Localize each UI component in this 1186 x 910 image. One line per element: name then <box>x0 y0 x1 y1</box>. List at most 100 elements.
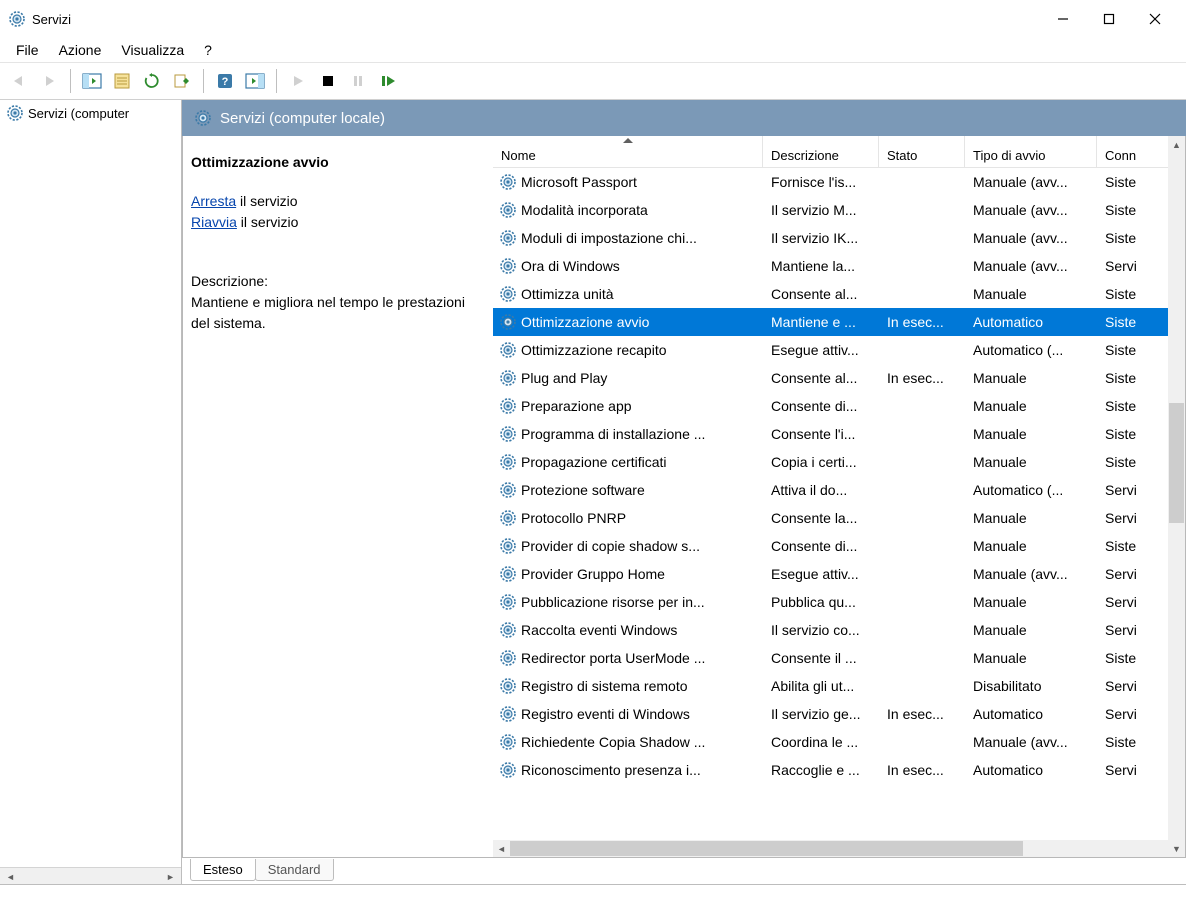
service-row[interactable]: Protezione softwareAttiva il do...Automa… <box>493 476 1185 504</box>
service-row[interactable]: Registro di sistema remotoAbilita gli ut… <box>493 672 1185 700</box>
service-row[interactable]: Propagazione certificati Copia i certi...… <box>493 448 1185 476</box>
service-name: Programma di installazione ... <box>521 426 705 442</box>
menu-help[interactable]: ? <box>194 40 222 60</box>
service-startup-type: Automatico (... <box>965 482 1097 498</box>
service-name: Richiedente Copia Shadow ... <box>521 734 705 750</box>
service-row[interactable]: Programma di installazione ... Consente l… <box>493 420 1185 448</box>
gear-icon <box>499 341 517 359</box>
refresh-button[interactable] <box>139 68 165 94</box>
pause-service-button[interactable] <box>345 68 371 94</box>
maximize-button[interactable] <box>1086 4 1132 34</box>
grid-horizontal-scrollbar[interactable]: ◄ ► <box>493 840 1185 857</box>
toolbar: ? <box>0 62 1186 100</box>
service-name: Moduli di impostazione chi... <box>521 230 697 246</box>
detail-pane: Ottimizzazione avvio Arresta il servizio… <box>183 136 493 857</box>
service-description: Fornisce l'is... <box>763 174 879 190</box>
menu-file[interactable]: File <box>6 40 49 60</box>
stop-service-suffix: il servizio <box>236 193 297 209</box>
service-name: Pubblicazione risorse per in... <box>521 594 705 610</box>
service-row[interactable]: Ora di WindowsMantiene la...Manuale (avv… <box>493 252 1185 280</box>
help-button[interactable]: ? <box>212 68 238 94</box>
service-description: Copia i certi... <box>763 454 879 470</box>
service-description: Esegue attiv... <box>763 566 879 582</box>
service-description: Attiva il do... <box>763 482 879 498</box>
chevron-left-icon[interactable]: ◄ <box>493 840 510 857</box>
gear-icon <box>499 593 517 611</box>
forward-button[interactable] <box>36 68 62 94</box>
restart-service-button[interactable] <box>375 68 401 94</box>
grid-vertical-scrollbar[interactable]: ▲ ▼ <box>1168 136 1185 857</box>
minimize-button[interactable] <box>1040 4 1086 34</box>
service-state: In esec... <box>879 706 965 722</box>
column-header-state[interactable]: Stato <box>879 136 965 167</box>
service-row[interactable]: Microsoft PassportFornisce l'is...Manual… <box>493 168 1185 196</box>
service-description: Consente al... <box>763 370 879 386</box>
service-startup-type: Manuale <box>965 510 1097 526</box>
gear-icon <box>499 229 517 247</box>
gear-icon <box>499 537 517 555</box>
properties-button[interactable] <box>109 68 135 94</box>
service-state: In esec... <box>879 762 965 778</box>
service-row[interactable]: Moduli di impostazione chi... Il servizio… <box>493 224 1185 252</box>
service-name: Propagazione certificati <box>521 454 667 470</box>
tree-root-services[interactable]: Servizi (computer <box>6 104 175 122</box>
stop-service-button[interactable] <box>315 68 341 94</box>
service-row[interactable]: Redirector porta UserMode ...Consente il… <box>493 644 1185 672</box>
gear-icon <box>499 173 517 191</box>
left-horizontal-scrollbar[interactable]: ◄ ► <box>0 867 181 884</box>
service-row[interactable]: Ottimizzazione recapitoEsegue attiv...Au… <box>493 336 1185 364</box>
service-row[interactable]: Ottimizzazione avvioMantiene e ...In ese… <box>493 308 1185 336</box>
tab-extended[interactable]: Esteso <box>190 859 256 881</box>
service-startup-type: Manuale <box>965 426 1097 442</box>
close-button[interactable] <box>1132 4 1178 34</box>
column-header-startup-type[interactable]: Tipo di avvio <box>965 136 1097 167</box>
show-hide-tree-button[interactable] <box>79 68 105 94</box>
service-description: Il servizio IK... <box>763 230 879 246</box>
service-row[interactable]: Raccolta eventi WindowsIl servizio co...… <box>493 616 1185 644</box>
column-header-description[interactable]: Descrizione <box>763 136 879 167</box>
column-header-name[interactable]: Nome <box>493 136 763 167</box>
service-name: Ottimizzazione avvio <box>521 314 649 330</box>
menu-action[interactable]: Azione <box>49 40 112 60</box>
start-service-button[interactable] <box>285 68 311 94</box>
export-button[interactable] <box>169 68 195 94</box>
chevron-right-icon[interactable]: ► <box>162 868 179 884</box>
service-description: Consente l'i... <box>763 426 879 442</box>
restart-service-link[interactable]: Riavvia <box>191 214 237 230</box>
service-startup-type: Automatico <box>965 314 1097 330</box>
menu-view[interactable]: Visualizza <box>111 40 194 60</box>
chevron-up-icon[interactable]: ▲ <box>1168 136 1185 153</box>
tab-standard[interactable]: Standard <box>255 859 334 881</box>
service-startup-type: Automatico (... <box>965 342 1097 358</box>
chevron-down-icon[interactable]: ▼ <box>1168 840 1185 857</box>
description-text: Mantiene e migliora nel tempo le prestaz… <box>191 292 479 334</box>
selected-service-title: Ottimizzazione avvio <box>191 152 479 173</box>
service-name: Plug and Play <box>521 370 607 386</box>
gear-icon <box>499 621 517 639</box>
service-row[interactable]: Modalità incorporataIl servizio M...Manu… <box>493 196 1185 224</box>
service-row[interactable]: Richiedente Copia Shadow ...Coordina le … <box>493 728 1185 756</box>
scrollbar-thumb[interactable] <box>1169 403 1184 523</box>
service-row[interactable]: Plug and PlayConsente al...In esec...Man… <box>493 364 1185 392</box>
service-name: Protocollo PNRP <box>521 510 626 526</box>
service-row[interactable]: Provider Gruppo HomeEsegue attiv...Manua… <box>493 560 1185 588</box>
service-description: Il servizio co... <box>763 622 879 638</box>
chevron-left-icon[interactable]: ◄ <box>2 868 19 884</box>
service-row[interactable]: Registro eventi di WindowsIl servizio ge… <box>493 700 1185 728</box>
window-title: Servizi <box>32 12 71 27</box>
service-row[interactable]: Preparazione appConsente di...ManualeSis… <box>493 392 1185 420</box>
back-button[interactable] <box>6 68 32 94</box>
scrollbar-thumb[interactable] <box>510 841 1023 856</box>
restart-service-suffix: il servizio <box>237 214 298 230</box>
service-name: Preparazione app <box>521 398 632 414</box>
tree-root-label: Servizi (computer <box>28 106 129 121</box>
service-row[interactable]: Riconoscimento presenza i...Raccoglie e … <box>493 756 1185 784</box>
service-row[interactable]: Provider di copie shadow s...Consente di… <box>493 532 1185 560</box>
service-row[interactable]: Pubblicazione risorse per in...Pubblica … <box>493 588 1185 616</box>
gear-icon <box>194 109 212 127</box>
service-row[interactable]: Ottimizza unitàConsente al...ManualeSist… <box>493 280 1185 308</box>
stop-service-link[interactable]: Arresta <box>191 193 236 209</box>
toolbar-separator <box>276 69 277 93</box>
show-hide-action-pane-button[interactable] <box>242 68 268 94</box>
service-row[interactable]: Protocollo PNRPConsente la...ManualeServ… <box>493 504 1185 532</box>
